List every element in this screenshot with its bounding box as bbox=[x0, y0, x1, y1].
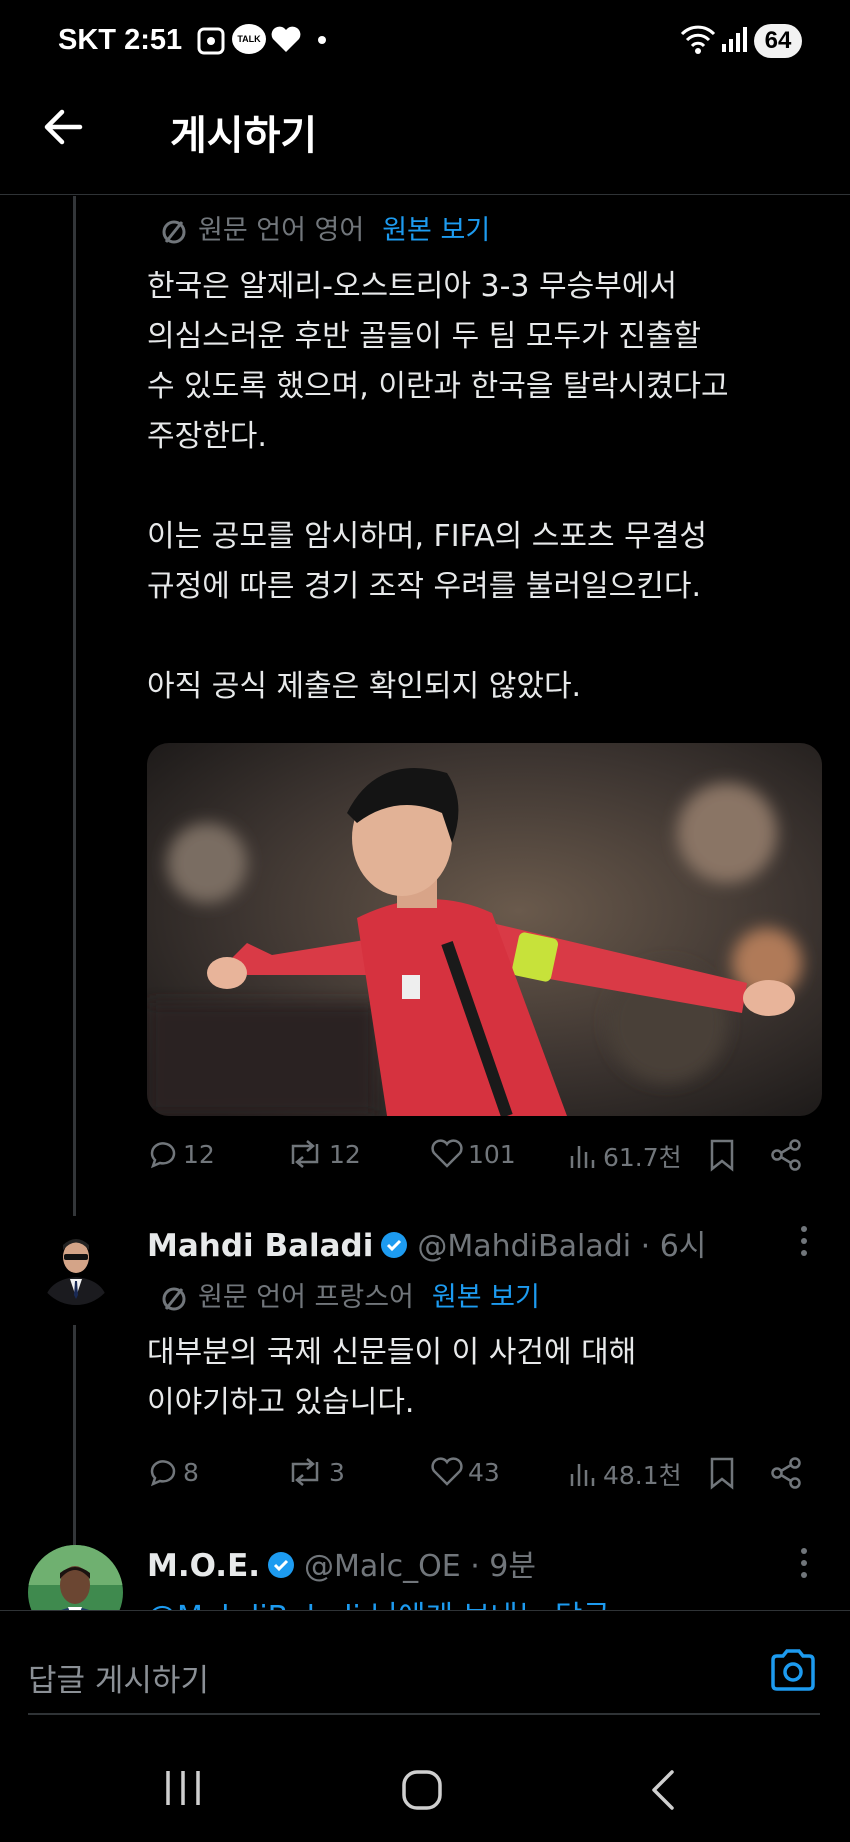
avatar[interactable] bbox=[36, 1225, 116, 1305]
like-button[interactable]: 101 bbox=[430, 1138, 516, 1170]
post-actions: 12 12 101 61.7천 bbox=[147, 1138, 827, 1184]
translation-notice: 원문 언어 프랑스어 원본 보기 bbox=[160, 1275, 540, 1314]
back-button[interactable] bbox=[40, 104, 90, 154]
share-button[interactable] bbox=[769, 1456, 807, 1490]
share-button[interactable] bbox=[769, 1138, 807, 1172]
bookmark-icon bbox=[710, 1139, 734, 1172]
status-bar: SKT 2:51 TALK 64 bbox=[0, 0, 850, 82]
more-options-button[interactable] bbox=[800, 1224, 808, 1266]
kakaotalk-icon: TALK bbox=[232, 24, 266, 54]
more-vertical-icon bbox=[801, 1548, 807, 1578]
repost-count: 3 bbox=[329, 1457, 345, 1487]
bookmark-button[interactable] bbox=[707, 1456, 741, 1490]
reply-author: M.O.E. @Malc_OE · 9분 bbox=[147, 1541, 536, 1585]
share-icon bbox=[771, 1457, 801, 1489]
view-original-link[interactable]: 원본 보기 bbox=[432, 1282, 540, 1313]
reply-button[interactable]: 12 bbox=[147, 1138, 215, 1170]
translation-notice: 원문 언어 영어 원본 보기 bbox=[160, 208, 490, 247]
verified-badge-icon bbox=[268, 1552, 295, 1578]
battery-indicator: 64 bbox=[754, 24, 802, 58]
thread-line bbox=[73, 196, 76, 1216]
system-nav-bar bbox=[0, 1738, 850, 1842]
handle-time: @MahdiBaladi · 6시 bbox=[417, 1229, 707, 1264]
reply-composer: 답글 게시하기 bbox=[0, 1610, 850, 1739]
bookmark-icon bbox=[710, 1457, 734, 1490]
system-back-button[interactable] bbox=[648, 1768, 678, 1816]
soccer-player-photo bbox=[147, 743, 822, 1116]
view-count: 61.7천 bbox=[603, 1143, 682, 1172]
heart-icon bbox=[431, 1139, 463, 1168]
repost-button[interactable]: 12 bbox=[285, 1138, 361, 1170]
reply-button[interactable]: 8 bbox=[147, 1456, 199, 1488]
translate-icon bbox=[162, 220, 186, 243]
post-image[interactable] bbox=[147, 743, 822, 1116]
camera-button[interactable] bbox=[768, 1647, 818, 1697]
repost-button[interactable]: 3 bbox=[285, 1456, 345, 1488]
avatar-image bbox=[36, 1225, 116, 1305]
reply-author: Mahdi Baladi @MahdiBaladi · 6시 bbox=[147, 1221, 706, 1265]
more-vertical-icon bbox=[801, 1226, 807, 1256]
recent-apps-icon bbox=[166, 1771, 200, 1805]
translate-icon bbox=[162, 1287, 186, 1310]
camera-icon bbox=[771, 1649, 815, 1691]
display-name[interactable]: M.O.E. bbox=[147, 1548, 260, 1584]
comment-icon bbox=[150, 1142, 176, 1169]
verified-badge-icon bbox=[381, 1232, 408, 1258]
thread-line bbox=[73, 1325, 76, 1545]
reply-input[interactable]: 답글 게시하기 bbox=[28, 1655, 209, 1700]
reply-actions: 8 3 43 48.1천 bbox=[147, 1456, 827, 1502]
signal-icon bbox=[720, 26, 748, 58]
reply-text: 대부분의 국제 신문들이 이 사건에 대해 이야기하고 있습니다. bbox=[147, 1335, 637, 1420]
like-count: 101 bbox=[468, 1139, 516, 1169]
back-arrow-icon bbox=[44, 109, 83, 145]
screenshot-icon bbox=[196, 26, 226, 62]
recent-apps-button[interactable] bbox=[163, 1768, 203, 1812]
repost-icon bbox=[291, 1458, 319, 1486]
repost-count: 12 bbox=[329, 1139, 361, 1169]
wifi-icon bbox=[680, 24, 716, 60]
reply-count: 12 bbox=[183, 1139, 215, 1169]
heart-status-icon bbox=[270, 24, 302, 58]
view-count: 48.1천 bbox=[603, 1461, 682, 1490]
post-text: 한국은 알제리-오스트리아 3-3 무승부에서 의심스러운 후반 골들이 두 팀… bbox=[147, 269, 729, 704]
views-icon bbox=[570, 1146, 595, 1168]
more-options-button[interactable] bbox=[800, 1546, 808, 1588]
display-name[interactable]: Mahdi Baladi bbox=[147, 1228, 373, 1264]
like-count: 43 bbox=[468, 1457, 500, 1487]
bookmark-button[interactable] bbox=[707, 1138, 741, 1172]
views-button[interactable]: 48.1천 bbox=[567, 1456, 682, 1492]
page-title: 게시하기 bbox=[170, 113, 318, 159]
view-original-link[interactable]: 원본 보기 bbox=[382, 215, 490, 246]
views-button[interactable]: 61.7천 bbox=[567, 1138, 682, 1174]
header-divider bbox=[0, 194, 850, 195]
chevron-left-icon bbox=[652, 1770, 674, 1810]
composer-divider bbox=[28, 1713, 820, 1715]
share-icon bbox=[771, 1139, 801, 1171]
carrier-time: SKT 2:51 bbox=[58, 24, 183, 56]
handle-time: @Malc_OE · 9분 bbox=[304, 1549, 536, 1584]
notification-dot-icon bbox=[318, 36, 326, 44]
home-icon bbox=[402, 1770, 442, 1810]
comment-icon bbox=[150, 1460, 176, 1487]
home-button[interactable] bbox=[400, 1768, 444, 1816]
repost-icon bbox=[291, 1140, 319, 1168]
reply-count: 8 bbox=[183, 1457, 199, 1487]
heart-icon bbox=[431, 1457, 463, 1486]
views-icon bbox=[570, 1464, 595, 1486]
like-button[interactable]: 43 bbox=[430, 1456, 500, 1488]
